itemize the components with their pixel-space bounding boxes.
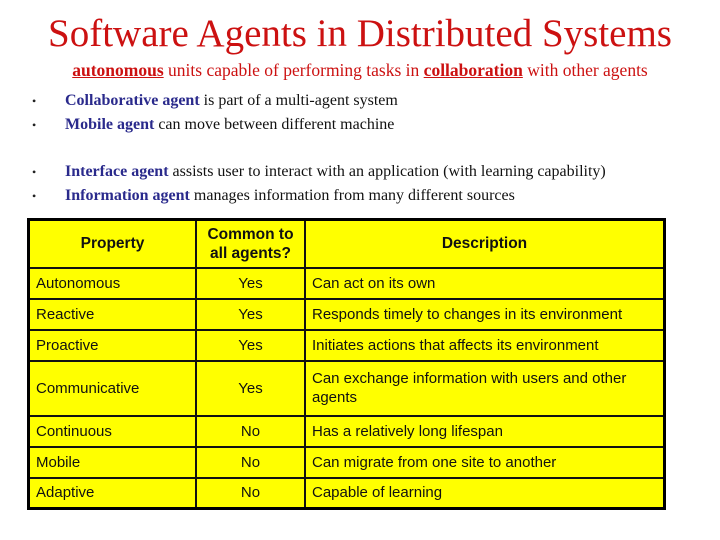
subtitle-term-collaboration: collaboration [423, 60, 523, 80]
bullet-icon: • [32, 118, 37, 132]
table-header-row: Property Common to all agents? Descripti… [27, 218, 666, 269]
cell-common: Yes [195, 297, 306, 331]
bullet-key-term: Interface agent [65, 163, 169, 180]
cell-property: Reactive [27, 297, 197, 331]
bullet-item: • Collaborative agent is part of a multi… [30, 89, 710, 113]
table-row: Reactive Yes Responds timely to changes … [27, 297, 666, 331]
cell-common: No [195, 476, 306, 510]
bullet-text: can move between different machine [154, 116, 395, 133]
table-row: Adaptive No Capable of learning [27, 476, 666, 510]
bullet-key-term: Collaborative agent [65, 92, 200, 109]
subtitle-text: with other agents [522, 60, 648, 80]
cell-description: Can exchange information with users and … [304, 359, 666, 417]
subtitle-text: units capable of performing tasks in [163, 60, 424, 80]
cell-common: Yes [195, 359, 306, 417]
cell-description: Has a relatively long lifespan [304, 414, 666, 448]
cell-property: Proactive [27, 328, 197, 362]
bullet-item: • Interface agent assists user to intera… [30, 160, 710, 184]
bullet-text: is part of a multi-agent system [199, 92, 398, 109]
cell-description: Initiates actions that affects its envir… [304, 328, 666, 362]
bullet-item: • Information agent manages information … [30, 184, 710, 208]
subtitle-term-autonomous: autonomous [72, 60, 164, 80]
cell-property: Communicative [27, 359, 197, 417]
cell-property: Mobile [27, 445, 197, 479]
header-description: Description [304, 218, 666, 269]
bullet-icon: • [32, 165, 37, 179]
bullet-key-term: Mobile agent [65, 116, 155, 133]
bullet-list-2: • Interface agent assists user to intera… [30, 160, 710, 208]
slide-title: Software Agents in Distributed Systems [48, 12, 672, 55]
bullet-list-1: • Collaborative agent is part of a multi… [30, 89, 710, 137]
bullet-icon: • [32, 189, 37, 203]
slide-subtitle: autonomous units capable of performing t… [0, 59, 720, 81]
cell-property: Continuous [27, 414, 197, 448]
cell-common: Yes [195, 266, 306, 300]
header-property: Property [27, 218, 197, 269]
cell-description: Can migrate from one site to another [304, 445, 666, 479]
cell-property: Autonomous [27, 266, 197, 300]
table-row: Proactive Yes Initiates actions that aff… [27, 328, 666, 362]
cell-description: Can act on its own [304, 266, 666, 300]
bullet-icon: • [32, 94, 37, 108]
bullet-text: manages information from many different … [189, 187, 515, 204]
table-row: Autonomous Yes Can act on its own [27, 266, 666, 300]
table-row: Mobile No Can migrate from one site to a… [27, 445, 666, 479]
agent-properties-table: Property Common to all agents? Descripti… [27, 218, 666, 510]
cell-common: No [195, 414, 306, 448]
table-row: Continuous No Has a relatively long life… [27, 414, 666, 448]
cell-property: Adaptive [27, 476, 197, 510]
bullet-key-term: Information agent [65, 187, 190, 204]
header-common: Common to all agents? [195, 218, 306, 269]
table-row: Communicative Yes Can exchange informati… [27, 359, 666, 417]
bullet-text: assists user to interact with an applica… [168, 163, 606, 180]
cell-description: Capable of learning [304, 476, 666, 510]
cell-common: Yes [195, 328, 306, 362]
bullet-item: • Mobile agent can move between differen… [30, 113, 710, 137]
cell-description: Responds timely to changes in its enviro… [304, 297, 666, 331]
cell-common: No [195, 445, 306, 479]
